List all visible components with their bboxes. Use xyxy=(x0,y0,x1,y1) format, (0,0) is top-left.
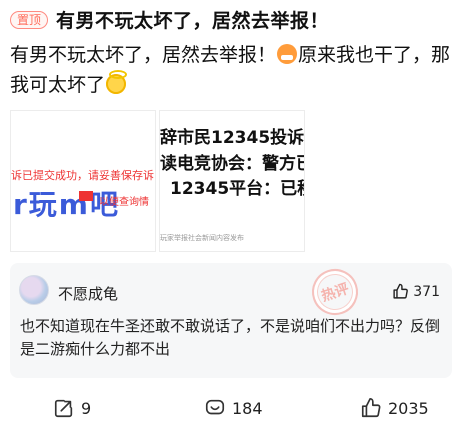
comment-button[interactable]: 184 xyxy=(204,397,263,419)
post-image-2[interactable]: 辞市民12345投诉工 读电竞协会：警方已 12345平台：已移 玩家举报社会新… xyxy=(159,110,305,252)
repost-icon xyxy=(54,399,73,418)
post-title-row: 置顶 有男不玩太坏了，居然去举报！ xyxy=(10,6,329,33)
post-title[interactable]: 有男不玩太坏了，居然去举报！ xyxy=(56,6,329,33)
comment-text: 也不知道现在牛圣还敢不敢说话了，不是说咱们不出力吗？反倒是二游痴什么力都不出 xyxy=(20,317,441,358)
angry-face-icon xyxy=(277,44,298,64)
thumbs-up-icon xyxy=(393,283,409,299)
comment-like-count: 371 xyxy=(413,283,440,300)
comment-username[interactable]: 不愿成龟 xyxy=(58,283,118,304)
like-count: 2035 xyxy=(388,398,429,418)
image-2-line-2: 读电竞协会：警方已 xyxy=(160,154,305,174)
hot-comment-card[interactable]: 不愿成龟 热评 371 也不知道现在牛圣还敢不敢说话了，不是说咱们不出力吗？反倒… xyxy=(10,263,452,378)
comment-like-button[interactable]: 371 xyxy=(392,283,440,300)
pinned-badge: 置顶 xyxy=(10,10,49,29)
repost-button[interactable]: 9 xyxy=(53,397,91,419)
halo-smile-icon xyxy=(106,70,128,94)
image-2-line-1: 辞市民12345投诉工 xyxy=(160,128,305,148)
image-2-line-3: 12345平台：已移 xyxy=(170,179,305,199)
post-body[interactable]: 有男不玩太坏了，居然去举报！ 原来我也干了，那我可太坏了 xyxy=(10,40,452,100)
post-body-text-1: 有男不玩太坏了，居然去举报！ xyxy=(10,44,277,66)
repost-count: 9 xyxy=(81,398,92,418)
comment-icon xyxy=(205,399,225,415)
post-action-bar: 9 184 2035 xyxy=(0,395,459,423)
post-image-1[interactable]: 诉已提交成功，请妥善保存诉 r玩m吧 以便查询情 xyxy=(10,110,156,252)
image-2-footer: 玩家举报社会新闻内容发布 xyxy=(160,234,244,242)
comment-count: 184 xyxy=(232,398,263,418)
hot-comment-stamp: 热评 xyxy=(306,263,364,321)
image-1-query-text: 以便查询情 xyxy=(99,197,149,208)
like-button[interactable]: 2035 xyxy=(360,397,429,419)
image-1-red-tag xyxy=(79,191,93,201)
avatar[interactable] xyxy=(19,275,49,305)
image-1-notice-text: 诉已提交成功，请妥善保存诉 xyxy=(11,169,154,182)
thumbs-up-icon xyxy=(361,398,381,418)
